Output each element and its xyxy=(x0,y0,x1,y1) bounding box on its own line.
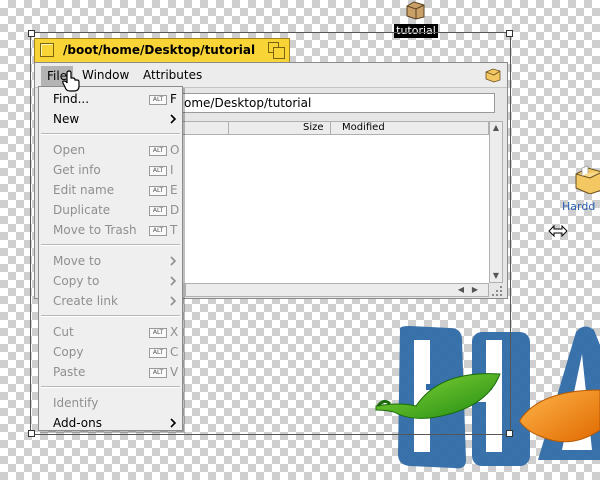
column-modified[interactable]: Modified xyxy=(342,122,385,134)
submenu-arrow-icon xyxy=(170,276,177,286)
horizontal-scrollbar[interactable]: ◀ ▶ xyxy=(185,283,489,297)
menu-item-label: Move to xyxy=(53,254,102,268)
scroll-up-arrow-icon[interactable]: ▲ xyxy=(492,123,500,133)
alt-key-icon: ALT xyxy=(149,368,167,378)
menu-item-add-ons[interactable]: Add-ons xyxy=(39,413,182,433)
hand-cursor-icon xyxy=(62,70,80,92)
file-list[interactable] xyxy=(161,135,490,283)
folder-icon xyxy=(406,1,425,20)
menu-bar: File Window Attributes xyxy=(35,63,507,88)
menu-item-label: Open xyxy=(53,143,86,157)
shortcut-key: D xyxy=(170,203,180,217)
alt-key-icon: ALT xyxy=(149,146,167,156)
column-size[interactable]: Size xyxy=(303,122,324,134)
submenu-arrow-icon xyxy=(170,418,177,428)
path-field[interactable]: ome/Desktop/tutorial xyxy=(161,93,495,113)
folder-nav-icon[interactable] xyxy=(485,67,501,83)
desktop-icon-label: Hardd xyxy=(562,200,596,213)
zoom-button[interactable] xyxy=(268,42,285,59)
resize-horizontal-cursor-icon xyxy=(548,225,568,237)
menu-item-label: Move to Trash xyxy=(53,223,137,237)
menu-item-label: Find... xyxy=(53,92,90,106)
desktop-icon-hardd[interactable]: Hardd xyxy=(562,164,600,214)
menu-item-create-link[interactable]: Create link xyxy=(39,291,182,311)
shortcut-key: X xyxy=(170,325,179,339)
menu-window[interactable]: Window xyxy=(77,67,134,83)
shortcut-key: E xyxy=(170,183,178,197)
selection-handle[interactable] xyxy=(28,430,35,437)
menu-item-copy-to[interactable]: Copy to xyxy=(39,271,182,291)
menu-item-label: Add-ons xyxy=(53,416,102,430)
menu-item-move-to[interactable]: Move to xyxy=(39,251,182,271)
scroll-left-arrow-icon[interactable]: ◀ xyxy=(458,284,464,296)
submenu-arrow-icon xyxy=(170,114,177,124)
alt-key-icon: ALT xyxy=(149,166,167,176)
menu-separator xyxy=(41,386,180,388)
submenu-arrow-icon xyxy=(170,256,177,266)
menu-item-label: Copy to xyxy=(53,274,100,288)
selection-handle[interactable] xyxy=(506,430,513,437)
alt-key-icon: ALT xyxy=(149,348,167,358)
alt-key-icon: ALT xyxy=(149,206,167,216)
alt-key-icon: ALT xyxy=(149,95,167,105)
window-title: /boot/home/Desktop/tutorial xyxy=(63,43,256,57)
selection-handle[interactable] xyxy=(28,30,35,37)
menu-item-new[interactable]: New xyxy=(39,109,182,129)
menu-item-label: Create link xyxy=(53,294,118,308)
shortcut-key: C xyxy=(170,345,179,359)
menu-item-label: Copy xyxy=(53,345,84,359)
shortcut-key: O xyxy=(170,143,180,157)
menu-item-move-to-trash[interactable]: Move to Trash ALT T xyxy=(39,220,182,240)
submenu-arrow-icon xyxy=(170,296,177,306)
close-button[interactable] xyxy=(40,43,54,57)
alt-key-icon: ALT xyxy=(149,226,167,236)
menu-item-copy[interactable]: Copy ALT C xyxy=(39,342,182,362)
menu-item-duplicate[interactable]: Duplicate ALT D xyxy=(39,200,182,220)
scroll-right-arrow-icon[interactable]: ▶ xyxy=(472,284,478,296)
resize-grip-icon[interactable] xyxy=(491,285,503,297)
menu-item-cut[interactable]: Cut ALT X xyxy=(39,322,182,342)
folder-icon xyxy=(575,165,600,194)
menu-item-label: Paste xyxy=(53,365,86,379)
shortcut-key: V xyxy=(170,365,179,379)
menu-item-paste[interactable]: Paste ALT V xyxy=(39,362,182,382)
alt-key-icon: ALT xyxy=(149,328,167,338)
scroll-down-arrow-icon[interactable]: ▼ xyxy=(492,271,500,281)
shortcut-key: T xyxy=(170,223,178,237)
alt-key-icon: ALT xyxy=(149,186,167,196)
column-header: Size Modified xyxy=(161,121,489,135)
menu-separator xyxy=(41,244,180,246)
menu-separator xyxy=(41,133,180,135)
menu-item-get-info[interactable]: Get info ALT I xyxy=(39,160,182,180)
menu-item-label: Get info xyxy=(53,163,101,177)
menu-item-find[interactable]: Find... ALT F xyxy=(39,89,182,109)
shortcut-key: F xyxy=(170,92,177,106)
menu-item-label: New xyxy=(53,112,80,126)
menu-item-label: Duplicate xyxy=(53,203,111,217)
window-tab[interactable]: /boot/home/Desktop/tutorial xyxy=(34,38,290,62)
vertical-scrollbar[interactable]: ▲ ▼ xyxy=(489,121,503,283)
selection-handle[interactable] xyxy=(506,30,513,37)
menu-item-label: Cut xyxy=(53,325,74,339)
menu-item-edit-name[interactable]: Edit name ALT E xyxy=(39,180,182,200)
menu-item-open[interactable]: Open ALT O xyxy=(39,140,182,160)
menu-item-label: Edit name xyxy=(53,183,115,197)
menu-item-identify[interactable]: Identify xyxy=(39,393,182,413)
menu-attributes[interactable]: Attributes xyxy=(138,67,207,83)
shortcut-key: I xyxy=(170,163,174,177)
file-menu: Find... ALT F New Open ALT O Get info AL… xyxy=(38,86,183,431)
menu-separator xyxy=(41,315,180,317)
menu-item-label: Identify xyxy=(53,396,99,410)
